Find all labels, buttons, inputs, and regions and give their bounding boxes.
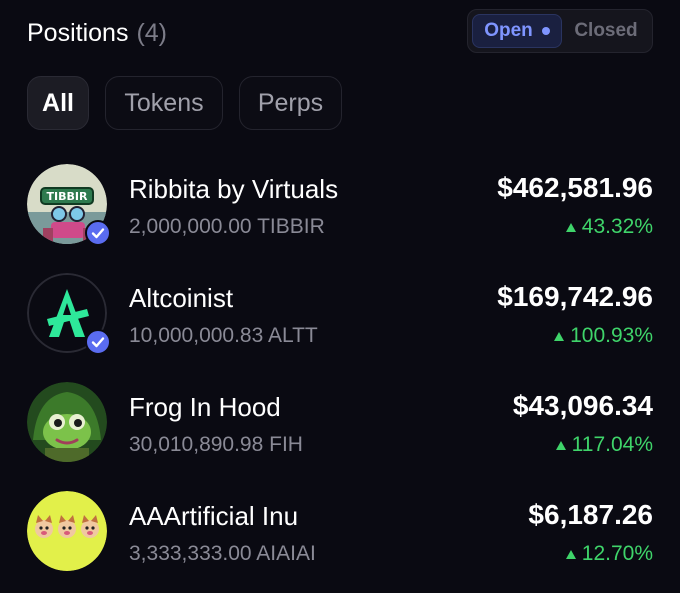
position-value: $6,187.26 (528, 499, 653, 530)
up-arrow-icon (555, 440, 566, 450)
token-amount: 3,333,333.00 AIAIAI (129, 542, 316, 565)
open-tab[interactable]: Open (472, 14, 562, 48)
active-dot-icon (541, 27, 550, 35)
token-amount: 30,010,890.98 FIH (129, 433, 303, 456)
change-percent: 43.32% (581, 215, 653, 238)
position-row[interactable]: Altcoinist 10,000,000.83 ALTT $169,742.9… (0, 269, 680, 355)
token-name: AAArtificial Inu (129, 501, 299, 531)
position-row[interactable]: AAArtificial Inu 3,333,333.00 AIAIAI $6,… (0, 487, 680, 571)
position-value: $43,096.34 (512, 390, 653, 421)
open-closed-toggle[interactable]: Open Closed (467, 9, 653, 53)
token-avatar (27, 491, 107, 571)
page-title: Positions (4) (27, 18, 167, 48)
token-name: Frog In Hood (129, 392, 281, 422)
filter-chip-label: Tokens (124, 88, 204, 117)
position-row[interactable]: TIBBIR Ribbita by Virtuals 2,000,000.00 … (0, 160, 680, 246)
price-change: 12.70% (565, 541, 653, 567)
positions-header: Positions (4) Open Closed (27, 9, 653, 54)
open-tab-label: Open (484, 20, 533, 41)
position-value: $169,742.96 (497, 281, 653, 312)
tibbir-logo-text: TIBBIR (47, 190, 88, 203)
filter-chip-label: Perps (257, 88, 324, 117)
filter-chip-label: All (42, 88, 74, 117)
closed-tab-label: Closed (574, 20, 638, 41)
price-change: 100.93% (554, 323, 653, 349)
filter-chip-tokens[interactable]: Tokens (105, 76, 223, 130)
change-percent: 12.70% (581, 542, 653, 565)
position-row[interactable]: Frog In Hood 30,010,890.98 FIH $43,096.3… (0, 378, 680, 462)
token-amount: 2,000,000.00 TIBBIR (129, 215, 325, 238)
change-percent: 117.04% (571, 433, 653, 456)
verified-badge-icon (85, 329, 111, 355)
filter-chip-perps[interactable]: Perps (239, 76, 342, 130)
change-percent: 100.93% (570, 324, 653, 347)
token-name: Altcoinist (129, 283, 234, 313)
hooded-frog-icon (27, 382, 107, 462)
up-arrow-icon (565, 222, 576, 232)
price-change: 43.32% (565, 214, 653, 240)
three-dogs-icon (27, 491, 107, 571)
positions-count: (4) (136, 19, 168, 47)
verified-badge-icon (85, 220, 111, 246)
token-amount: 10,000,000.83 ALTT (129, 324, 318, 347)
token-name: Ribbita by Virtuals (129, 174, 339, 204)
title-text: Positions (27, 19, 129, 47)
token-avatar (27, 382, 107, 462)
price-change: 117.04% (555, 432, 653, 458)
closed-tab[interactable]: Closed (564, 14, 648, 48)
up-arrow-icon (554, 331, 565, 341)
filter-chip-all[interactable]: All (27, 76, 89, 130)
position-value: $462,581.96 (497, 172, 653, 203)
up-arrow-icon (565, 549, 576, 559)
